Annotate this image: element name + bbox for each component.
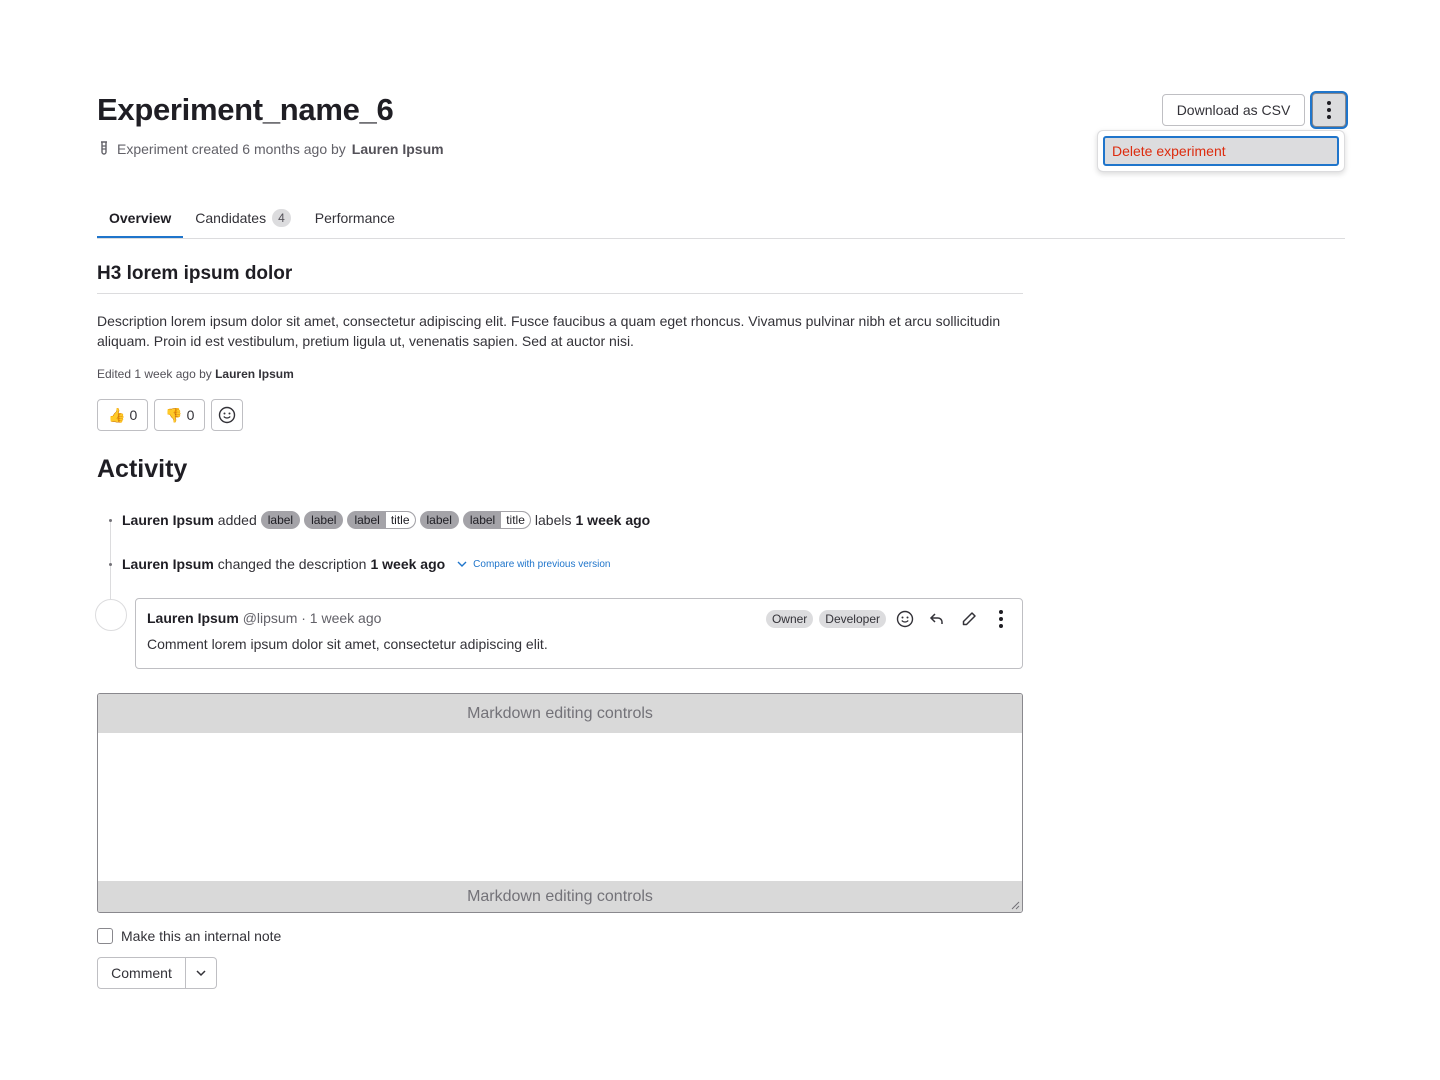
edited-author[interactable]: Lauren Ipsum <box>215 367 294 381</box>
chevron-down-icon <box>196 970 206 977</box>
reply-button[interactable] <box>924 607 950 631</box>
activity-heading: Activity <box>97 455 188 483</box>
chevron-down-icon <box>457 561 467 567</box>
tab-label: Candidates <box>195 210 267 226</box>
thumbsup-icon: 👍 <box>108 406 126 423</box>
system-note-description: Lauren Ipsum changed the description 1 w… <box>122 554 610 574</box>
avatar[interactable] <box>95 599 127 631</box>
award-emoji-bar: 👍 0 👎 0 <box>97 399 244 431</box>
internal-note-option[interactable]: Make this an internal note <box>97 928 281 944</box>
scoped-label-badge[interactable]: label title <box>347 511 416 529</box>
note-suffix: labels <box>534 512 572 528</box>
tab-bar: Overview Candidates 4 Performance <box>97 198 1345 239</box>
note-verb: changed the description <box>217 556 367 572</box>
download-csv-button[interactable]: Download as CSV <box>1162 94 1305 126</box>
tab-performance[interactable]: Performance <box>303 198 407 238</box>
smiley-icon <box>896 610 914 628</box>
description-heading: H3 lorem ipsum dolor <box>97 263 1023 294</box>
meta-author[interactable]: Lauren Ipsum <box>352 141 444 157</box>
thumbsup-count: 0 <box>129 407 138 423</box>
compare-label: Compare with previous version <box>473 558 611 570</box>
internal-note-checkbox[interactable] <box>97 928 113 944</box>
markdown-toolbar-top[interactable]: Markdown editing controls <box>98 694 1022 733</box>
compare-versions-link[interactable]: Compare with previous version <box>457 559 610 570</box>
tab-label: Overview <box>109 210 172 226</box>
count-badge: 4 <box>272 209 291 227</box>
thumbsdown-button[interactable]: 👎 0 <box>154 399 206 431</box>
resize-handle-icon[interactable] <box>1011 901 1020 910</box>
label-badge[interactable]: label <box>304 511 344 529</box>
comment-editor: Markdown editing controls Markdown editi… <box>97 693 1023 913</box>
internal-note-label: Make this an internal note <box>121 928 282 944</box>
meta-text: Experiment created 6 months ago by <box>117 141 346 157</box>
role-badge-developer: Developer <box>819 610 886 628</box>
smiley-icon <box>219 406 236 424</box>
comment-options-toggle[interactable] <box>186 957 217 989</box>
thumbsdown-icon: 👎 <box>165 406 183 423</box>
more-actions-button[interactable] <box>988 607 1014 631</box>
comment-author[interactable]: Lauren Ipsum <box>147 610 239 626</box>
note-author[interactable]: Lauren Ipsum <box>122 512 214 528</box>
system-note-labels: Lauren Ipsum added label label label titl… <box>122 510 650 530</box>
more-actions-button[interactable] <box>1312 93 1346 127</box>
add-reaction-button[interactable] <box>892 607 918 631</box>
scoped-label-badge[interactable]: label title <box>462 511 531 529</box>
comment-meta: Lauren Ipsum @lipsum · 1 week ago <box>147 610 381 626</box>
timeline-bullet <box>109 563 112 566</box>
flask-icon <box>101 141 107 155</box>
comment-textarea[interactable] <box>98 733 1022 881</box>
label-badge[interactable]: label <box>419 511 459 529</box>
role-badge-owner: Owner <box>765 610 814 628</box>
note-time: 1 week ago <box>575 512 651 528</box>
note-verb: added <box>217 512 257 528</box>
tab-candidates[interactable]: Candidates 4 <box>183 198 303 238</box>
experiment-meta: Experiment created 6 months ago by Laure… <box>97 141 444 157</box>
more-actions-dropdown: Delete experiment <box>1097 130 1345 172</box>
comment-split-button: Comment <box>97 957 217 989</box>
timeline-line <box>110 520 111 600</box>
thumbsdown-count: 0 <box>186 407 195 423</box>
comment-card: Lauren Ipsum @lipsum · 1 week ago Owner … <box>135 598 1023 669</box>
description-text: Description lorem ipsum dolor sit amet, … <box>97 313 1001 349</box>
label-badge[interactable]: label <box>260 511 301 529</box>
pencil-icon <box>962 612 976 626</box>
timeline-bullet <box>109 519 112 522</box>
note-time: 1 week ago <box>370 556 446 572</box>
note-author[interactable]: Lauren Ipsum <box>122 556 214 572</box>
reply-icon <box>929 613 943 624</box>
edited-info: Edited 1 week ago by Lauren Ipsum <box>97 367 294 381</box>
comment-handle[interactable]: @lipsum <box>243 610 298 626</box>
page-title: Experiment_name_6 <box>97 92 394 127</box>
edited-text: Edited 1 week ago by <box>97 367 212 381</box>
comment-body: Comment lorem ipsum dolor sit amet, cons… <box>147 636 548 652</box>
ellipsis-v-icon <box>1327 101 1331 119</box>
ellipsis-v-icon <box>999 610 1003 628</box>
add-reaction-button[interactable] <box>211 399 244 431</box>
delete-experiment-item[interactable]: Delete experiment <box>1103 136 1339 166</box>
thumbsup-button[interactable]: 👍 0 <box>97 399 149 431</box>
markdown-toolbar-bottom[interactable]: Markdown editing controls <box>98 881 1022 912</box>
tab-label: Performance <box>314 210 395 226</box>
edit-button[interactable] <box>956 607 982 631</box>
comment-button[interactable]: Comment <box>97 957 186 989</box>
comment-actions: Owner Developer <box>765 607 1014 631</box>
comment-time[interactable]: · 1 week ago <box>301 610 381 626</box>
tab-overview[interactable]: Overview <box>97 198 183 238</box>
